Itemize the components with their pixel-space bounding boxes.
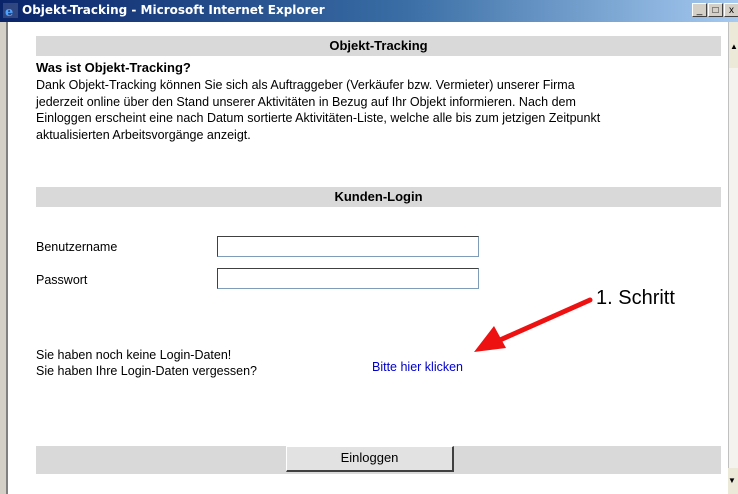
password-input[interactable] [217, 268, 479, 289]
annotation-arrow-icon [474, 297, 593, 352]
username-label: Benutzername [36, 240, 118, 254]
close-button[interactable]: x [724, 3, 738, 17]
intro-line: Einloggen erscheint eine nach Datum sort… [36, 111, 601, 125]
username-input[interactable] [217, 236, 479, 257]
window-left-border-inner [6, 22, 8, 494]
scroll-up-arrow-icon: ▲ [730, 42, 738, 51]
intro-heading: Was ist Objekt-Tracking? [36, 60, 191, 75]
click-here-link[interactable]: Bitte hier klicken [372, 360, 463, 374]
login-button[interactable]: Einloggen [286, 446, 454, 472]
password-label: Passwort [36, 273, 88, 287]
scroll-down-arrow-icon[interactable]: ▼ [728, 476, 736, 485]
internet-explorer-icon: e [3, 3, 18, 18]
window-title: Objekt-Tracking - Microsoft Internet Exp… [22, 3, 325, 17]
svg-text:e: e [5, 5, 13, 18]
scroll-up-button[interactable]: ▲ [728, 22, 738, 68]
forgot-login-text: Sie haben Ihre Login-Daten vergessen? [36, 364, 257, 378]
maximize-button[interactable]: □ [708, 3, 723, 17]
login-section-bar: Kunden-Login [36, 187, 721, 207]
intro-line: jederzeit online über den Stand unserer … [36, 94, 576, 109]
page-header-bar: Objekt-Tracking [36, 36, 721, 56]
intro-paragraph: Dank Objekt-Tracking können Sie sich als… [36, 77, 726, 143]
intro-line: aktualisierten Arbeitsvorgänge anzeigt. [36, 127, 251, 142]
window-title-bar: e Objekt-Tracking - Microsoft Internet E… [0, 0, 738, 22]
page-title: Objekt-Tracking [329, 38, 428, 53]
no-login-text: Sie haben noch keine Login-Daten! [36, 348, 232, 362]
login-section-title: Kunden-Login [334, 189, 423, 204]
scroll-thumb[interactable] [728, 68, 738, 468]
intro-line: Dank Objekt-Tracking können Sie sich als… [36, 78, 575, 92]
step-annotation: 1. Schritt [596, 287, 675, 309]
minimize-button[interactable]: _ [692, 3, 707, 17]
